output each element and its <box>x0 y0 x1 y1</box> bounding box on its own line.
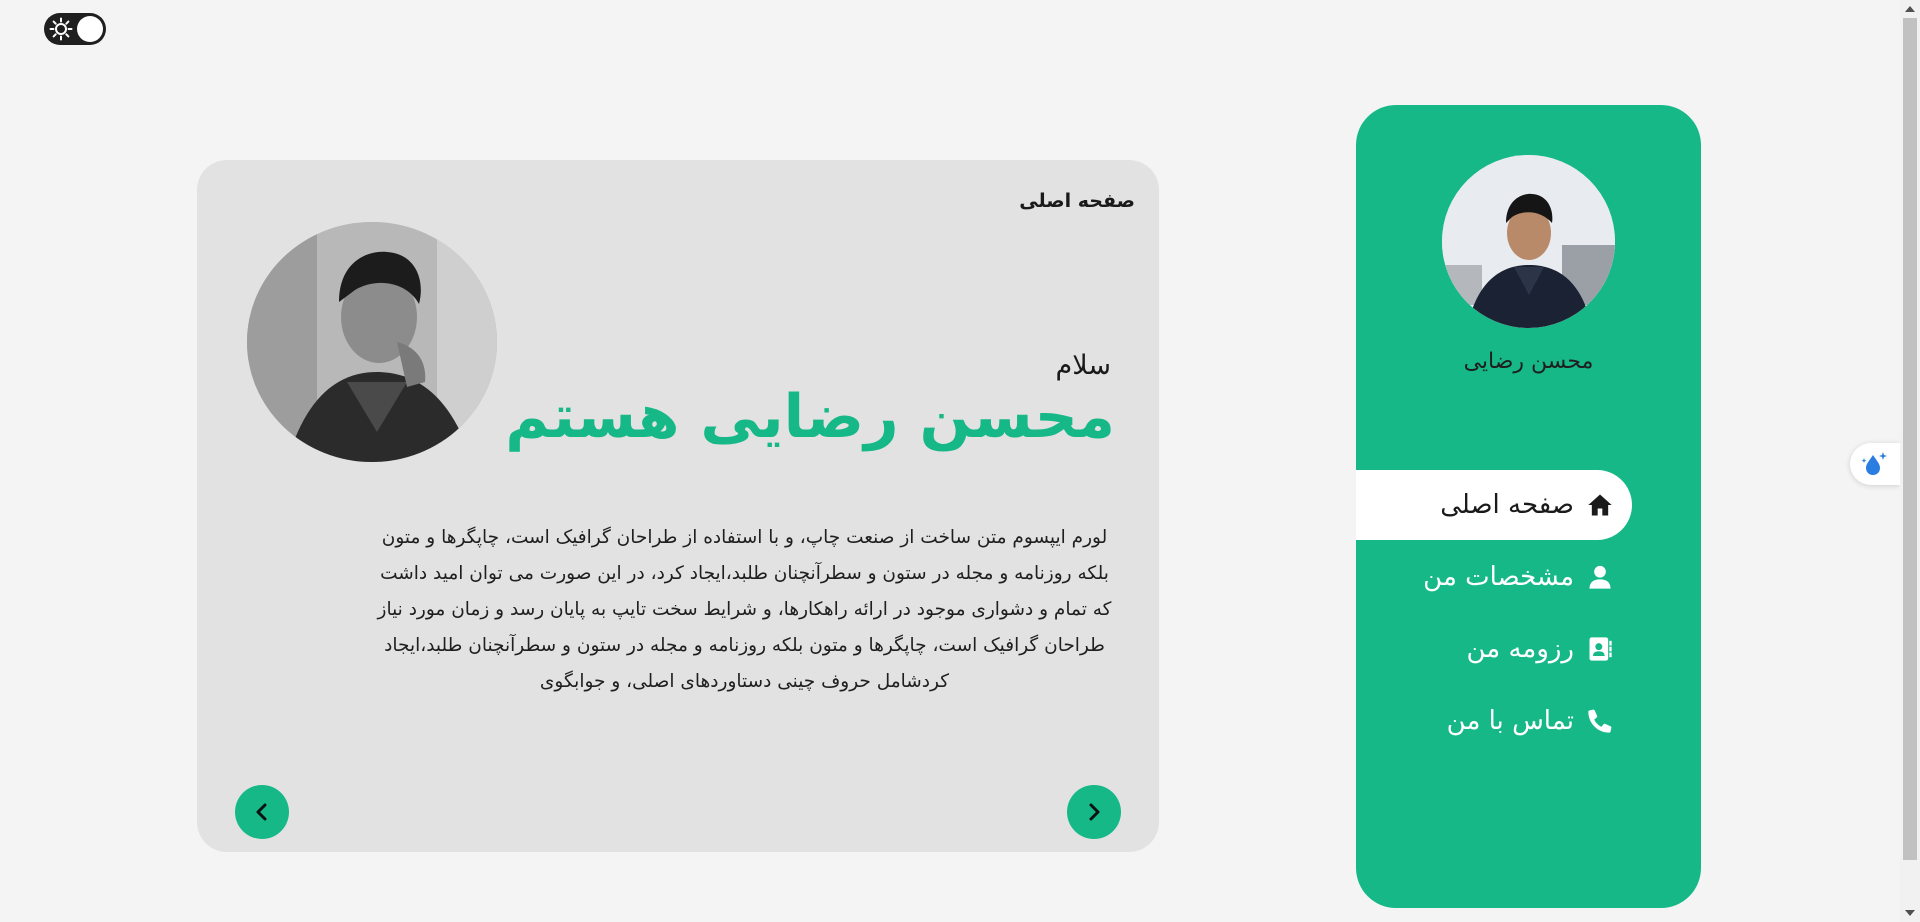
sidebar-item-label: رزومه من <box>1466 634 1574 664</box>
greeting: سلام <box>1055 350 1111 381</box>
sun-icon <box>49 17 73 41</box>
scroll-down-icon[interactable] <box>1905 910 1915 916</box>
sidebar-item-label: تماس با من <box>1446 706 1574 736</box>
next-button[interactable] <box>1067 785 1121 839</box>
main-card: صفحه اصلی سلام محسن رضایی هستم لورم ایپس… <box>197 160 1159 852</box>
profile-name: محسن رضایی <box>1463 349 1594 374</box>
vertical-scrollbar[interactable] <box>1900 0 1920 922</box>
prev-button[interactable] <box>235 785 289 839</box>
scroll-up-icon[interactable] <box>1905 6 1915 12</box>
chevron-right-icon <box>1089 803 1100 821</box>
scrollbar-thumb[interactable] <box>1903 18 1917 860</box>
home-icon <box>1588 494 1612 516</box>
sidebar-item-profile[interactable]: مشخصات من <box>1356 542 1632 612</box>
phone-icon <box>1588 709 1612 733</box>
sparkle-drop-icon <box>1861 452 1887 475</box>
headline: محسن رضایی هستم <box>505 382 1115 452</box>
sidebar-item-home[interactable]: صفحه اصلی <box>1356 470 1632 540</box>
toggle-knob <box>77 16 103 42</box>
chevron-left-icon <box>256 803 267 821</box>
theme-toggle[interactable] <box>44 13 106 45</box>
contact-card-icon <box>1589 637 1612 661</box>
sidebar: محسن رضایی صفحه اصلی مشخصات من رزومه من … <box>1356 105 1701 908</box>
avatar <box>1442 155 1615 328</box>
sidebar-item-resume[interactable]: رزومه من <box>1356 614 1632 684</box>
sidebar-item-contact[interactable]: تماس با من <box>1356 686 1632 756</box>
hero-photo <box>247 222 497 462</box>
floating-widget-button[interactable] <box>1850 443 1900 485</box>
sidebar-item-label: مشخصات من <box>1423 562 1574 592</box>
sidebar-item-label: صفحه اصلی <box>1440 490 1574 520</box>
bio-text: لورم ایپسوم متن ساخت از صنعت چاپ، و با ا… <box>377 527 1112 692</box>
breadcrumb: صفحه اصلی <box>1019 190 1135 212</box>
user-icon <box>1589 565 1611 589</box>
